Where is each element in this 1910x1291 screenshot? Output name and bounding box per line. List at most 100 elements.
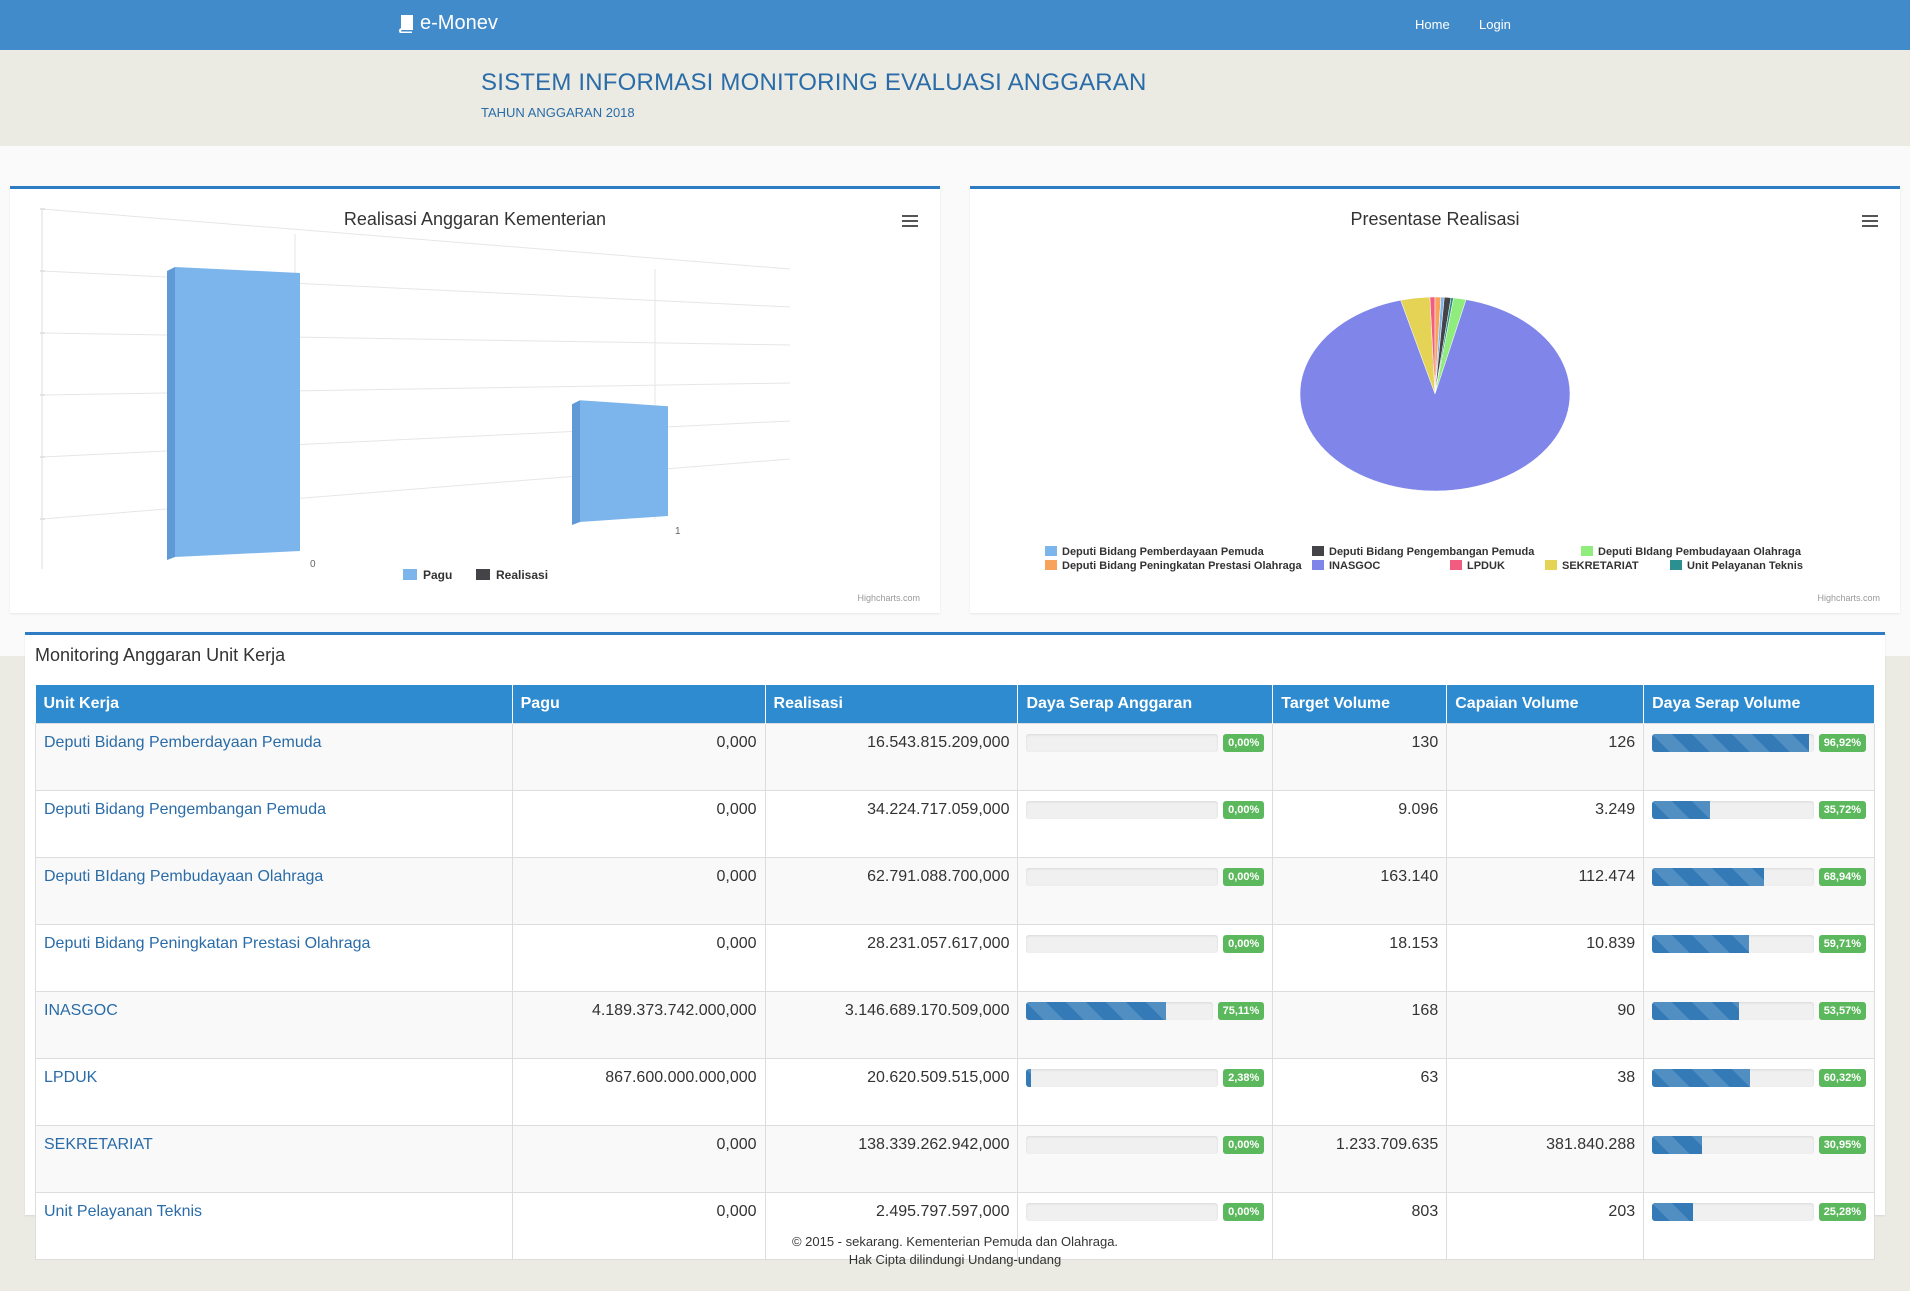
unit-link[interactable]: Unit Pelayanan Teknis bbox=[44, 1203, 202, 1220]
daya-serap-anggaran-badge: 0,00% bbox=[1223, 801, 1265, 819]
pagu-cell: 0,000 bbox=[511, 790, 766, 858]
legend-label[interactable]: SEKRETARIAT bbox=[1562, 560, 1639, 572]
daya-serap-anggaran-bar bbox=[1026, 734, 1219, 752]
legend-label[interactable]: Deputi BIdang Pembudayaan Olahraga bbox=[1598, 546, 1802, 558]
daya-serap-volume-badge: 35,72% bbox=[1818, 801, 1866, 819]
legend-swatch[interactable] bbox=[1581, 546, 1593, 556]
column-header: Daya Serap Volume bbox=[1643, 685, 1875, 724]
grid-line bbox=[41, 208, 791, 270]
legend-label[interactable]: Pagu bbox=[423, 568, 452, 582]
column-header: Capaian Volume bbox=[1446, 685, 1645, 724]
monitoring-table: Unit Kerja Pagu Realisasi Daya Serap Anggar… bbox=[35, 685, 1875, 1260]
column-header: Daya Serap Anggaran bbox=[1017, 685, 1274, 724]
daya-serap-anggaran-cell: 0,00% bbox=[1017, 1125, 1274, 1193]
daya-serap-volume-badge: 30,95% bbox=[1818, 1136, 1866, 1154]
pagu-cell: 0,000 bbox=[511, 1125, 766, 1193]
footer-copyright: © 2015 - sekarang. Kementerian Pemuda da… bbox=[791, 1234, 1119, 1249]
pie-chart-credits[interactable]: Highcharts.com bbox=[1817, 593, 1880, 603]
legend-swatch[interactable] bbox=[476, 569, 490, 580]
legend-label[interactable]: Realisasi bbox=[496, 568, 548, 582]
daya-serap-anggaran-badge: 2,38% bbox=[1223, 1069, 1265, 1087]
pagu-cell: 4.189.373.742.000,000 bbox=[511, 991, 766, 1059]
daya-serap-volume-cell: 60,32% bbox=[1643, 1058, 1875, 1126]
table-header-row: Unit Kerja Pagu Realisasi Daya Serap Anggar… bbox=[35, 685, 1875, 724]
capaian-volume-cell: 3.249 bbox=[1446, 790, 1645, 858]
daya-serap-anggaran-badge: 0,00% bbox=[1223, 935, 1265, 953]
unit-link[interactable]: Deputi Bidang Peningkatan Prestasi Olahr… bbox=[44, 935, 370, 952]
x-tick-label: 0 bbox=[310, 559, 316, 570]
unit-cell: INASGOC bbox=[35, 991, 513, 1059]
target-volume-cell: 163.140 bbox=[1272, 857, 1448, 925]
page-title: SISTEM INFORMASI MONITORING EVALUASI ANG… bbox=[481, 69, 1147, 96]
capaian-volume-cell: 112.474 bbox=[1446, 857, 1645, 925]
pagu-cell: 0,000 bbox=[511, 723, 766, 791]
legend-label[interactable]: Unit Pelayanan Teknis bbox=[1687, 560, 1803, 572]
unit-link[interactable]: Deputi Bidang Pemberdayaan Pemuda bbox=[44, 734, 322, 751]
nav-login-link[interactable]: Login bbox=[1479, 17, 1511, 32]
unit-cell: Deputi BIdang Pembudayaan Olahraga bbox=[35, 857, 513, 925]
table-row: Deputi Bidang Peningkatan Prestasi Olahr… bbox=[35, 924, 1875, 992]
daya-serap-volume-badge: 25,28% bbox=[1818, 1203, 1866, 1221]
legend-swatch[interactable] bbox=[1545, 560, 1557, 570]
bar-chart-credits[interactable]: Highcharts.com bbox=[857, 593, 920, 603]
legend-swatch[interactable] bbox=[1450, 560, 1462, 570]
legend-label[interactable]: Deputi Bidang Pemberdayaan Pemuda bbox=[1062, 546, 1265, 558]
realisasi-cell: 20.620.509.515,000 bbox=[764, 1058, 1019, 1126]
unit-link[interactable]: SEKRETARIAT bbox=[44, 1136, 153, 1153]
brand-label: e-Monev bbox=[420, 12, 498, 34]
unit-cell: Deputi Bidang Pemberdayaan Pemuda bbox=[35, 723, 513, 791]
footer: © 2015 - sekarang. Kementerian Pemuda da… bbox=[0, 1233, 1910, 1269]
unit-link[interactable]: Deputi Bidang Pengembangan Pemuda bbox=[44, 801, 326, 818]
legend-swatch[interactable] bbox=[403, 569, 417, 580]
daya-serap-anggaran-cell: 0,00% bbox=[1017, 857, 1274, 925]
book-icon bbox=[398, 14, 413, 33]
table-row: Deputi Bidang Pengembangan Pemuda 0,000 34… bbox=[35, 790, 1875, 858]
page-subtitle: TAHUN ANGGARAN 2018 bbox=[481, 105, 635, 120]
legend-label[interactable]: LPDUK bbox=[1467, 560, 1505, 572]
realisasi-cell: 62.791.088.700,000 bbox=[764, 857, 1019, 925]
pie-chart-panel: Presentase Realisasi Deputi Bidang Pembe… bbox=[970, 186, 1900, 613]
unit-link[interactable]: INASGOC bbox=[44, 1002, 118, 1019]
daya-serap-anggaran-badge: 0,00% bbox=[1223, 1136, 1265, 1154]
unit-link[interactable]: LPDUK bbox=[44, 1069, 97, 1086]
legend-swatch[interactable] bbox=[1045, 560, 1057, 570]
daya-serap-anggaran-badge: 0,00% bbox=[1223, 734, 1265, 752]
legend-swatch[interactable] bbox=[1045, 546, 1057, 556]
table-row: INASGOC 4.189.373.742.000,000 3.146.689.17… bbox=[35, 991, 1875, 1059]
daya-serap-anggaran-bar bbox=[1026, 1002, 1213, 1020]
target-volume-cell: 130 bbox=[1272, 723, 1448, 791]
legend-label[interactable]: INASGOC bbox=[1329, 560, 1380, 572]
daya-serap-anggaran-bar bbox=[1026, 868, 1219, 886]
legend-swatch[interactable] bbox=[1670, 560, 1682, 570]
target-volume-cell: 1.233.709.635 bbox=[1272, 1125, 1448, 1193]
bar-chart-panel: Realisasi Anggaran Kementerian 0 1 Pagu Rea… bbox=[10, 186, 940, 613]
grid-line bbox=[41, 458, 791, 520]
x-tick-label: 1 bbox=[675, 526, 681, 537]
target-volume-cell: 63 bbox=[1272, 1058, 1448, 1126]
daya-serap-anggaran-cell: 0,00% bbox=[1017, 723, 1274, 791]
table-row: Deputi Bidang Pemberdayaan Pemuda 0,000 16… bbox=[35, 723, 1875, 791]
grid-line bbox=[41, 382, 791, 396]
pie-chart: Deputi Bidang Pemberdayaan Pemuda Deputi … bbox=[1045, 296, 1803, 572]
daya-serap-anggaran-bar bbox=[1026, 801, 1219, 819]
unit-link[interactable]: Deputi BIdang Pembudayaan Olahraga bbox=[44, 868, 323, 885]
realisasi-cell: 138.339.262.942,000 bbox=[764, 1125, 1019, 1193]
unit-cell: LPDUK bbox=[35, 1058, 513, 1126]
daya-serap-volume-bar bbox=[1652, 1203, 1814, 1221]
bar-pagu[interactable] bbox=[175, 267, 300, 557]
daya-serap-volume-bar bbox=[1652, 1002, 1814, 1020]
daya-serap-volume-cell: 53,57% bbox=[1643, 991, 1875, 1059]
brand-link[interactable]: e-Monev bbox=[398, 12, 498, 35]
daya-serap-anggaran-bar bbox=[1026, 1069, 1219, 1087]
grid-line bbox=[41, 332, 791, 346]
legend-swatch[interactable] bbox=[1312, 560, 1324, 570]
bar-realisasi[interactable] bbox=[580, 400, 668, 522]
monitoring-panel: Monitoring Anggaran Unit Kerja Unit Kerj… bbox=[25, 632, 1885, 1260]
nav-home-link[interactable]: Home bbox=[1415, 17, 1450, 32]
unit-cell: Deputi Bidang Peningkatan Prestasi Olahr… bbox=[35, 924, 513, 992]
legend-swatch[interactable] bbox=[1312, 546, 1324, 556]
daya-serap-anggaran-bar bbox=[1026, 1203, 1219, 1221]
legend-label[interactable]: Deputi Bidang Peningkatan Prestasi Olahr… bbox=[1062, 560, 1302, 572]
legend-label[interactable]: Deputi Bidang Pengembangan Pemuda bbox=[1329, 546, 1535, 558]
target-volume-cell: 18.153 bbox=[1272, 924, 1448, 992]
